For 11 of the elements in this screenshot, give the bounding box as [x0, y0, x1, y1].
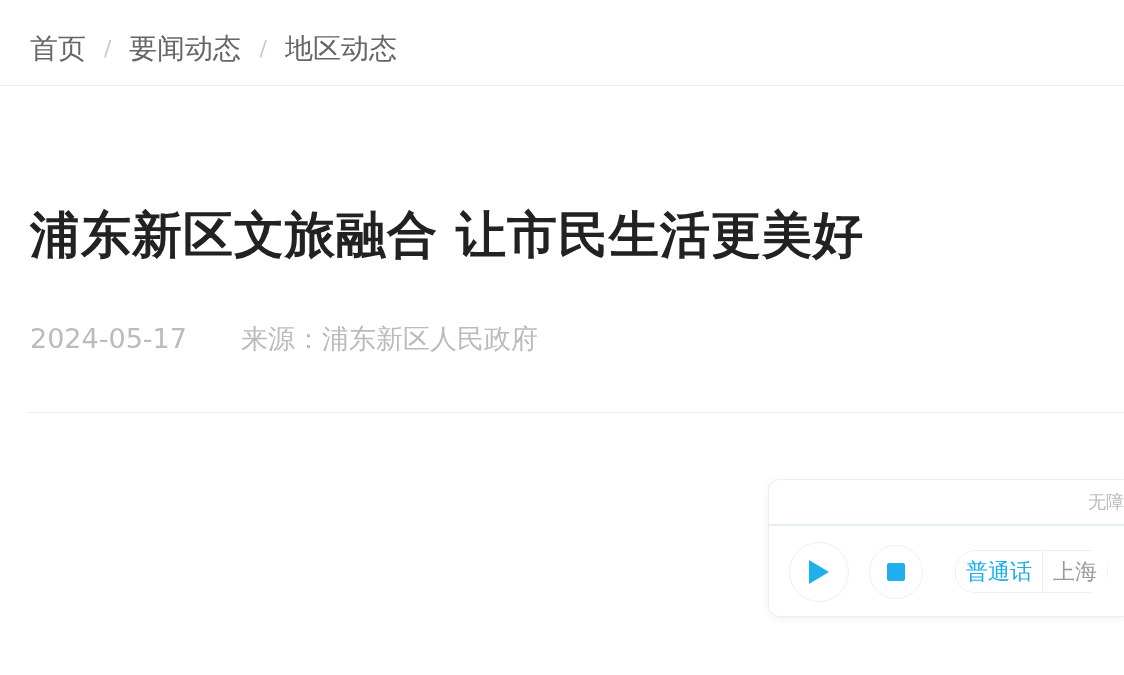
breadcrumb-link[interactable]: 要闻动态	[129, 27, 242, 70]
breadcrumb-separator: /	[104, 35, 112, 63]
play-icon	[809, 559, 829, 584]
breadcrumb-link[interactable]: 地区动态	[284, 27, 397, 70]
player-header: 无障	[1088, 490, 1124, 514]
breadcrumb-link[interactable]: 首页	[30, 27, 86, 70]
article-source: 来源：浦东新区人民政府	[240, 322, 538, 356]
stop-icon	[887, 562, 905, 581]
article-title: 浦东新区文旅融合 让市民生活更美好	[30, 205, 866, 266]
publish-date: 2024-05-17	[30, 322, 187, 356]
breadcrumb-separator: /	[259, 35, 267, 63]
